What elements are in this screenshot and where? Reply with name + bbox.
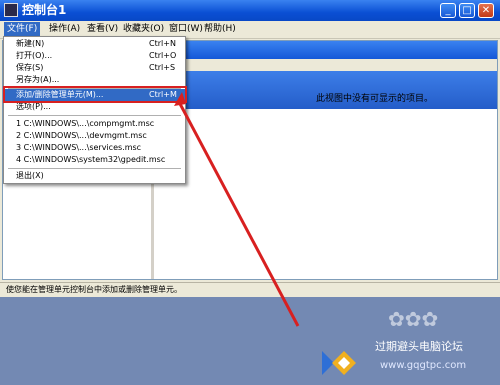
paw-watermark-icon: ✿✿✿: [388, 307, 439, 331]
forum-logo-icon: [322, 351, 356, 375]
forum-watermark-text: 过期避头电脑论坛: [375, 340, 463, 353]
forum-watermark-url: www.gqgtpc.com: [380, 360, 467, 371]
